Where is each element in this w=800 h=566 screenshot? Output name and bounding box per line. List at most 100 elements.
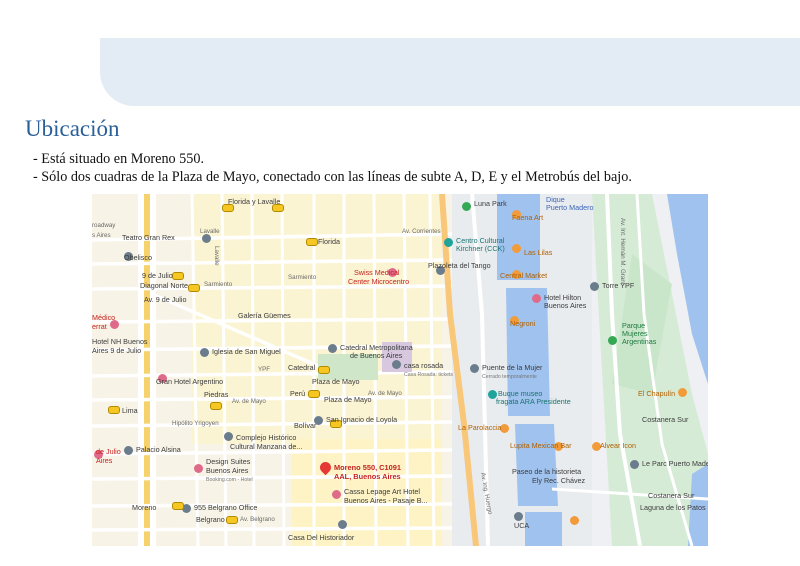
map-label: Av. Belgrano [240,516,275,523]
page-title: Ubicación [25,116,120,141]
map-label: Buenos Aires [206,466,249,475]
header-banner [100,38,800,106]
map-label: Costanera Sur [642,415,689,424]
building-icon [630,460,639,469]
map-label: Belgrano [196,515,225,524]
map-label: fragata ARA Presidente [496,397,571,406]
map-label: Plazoleta del Tango [428,261,491,270]
map-label: Perú [290,389,306,398]
map-label: Plaza de Mayo [312,377,360,386]
map-label: Las Lilas [524,248,553,257]
map-label: 955 Belgrano Office [194,503,258,512]
map-label: Bolívar [294,421,317,430]
subway-icon [172,272,184,280]
map-label: Puente de la Mujer [482,363,543,372]
map-label: de Buenos Aires [350,351,403,360]
map-label: Laguna de los Patos [640,503,706,512]
map-label: Aires [96,456,113,465]
map-label: Lima [122,406,138,415]
map-label: Sarmiento [204,281,233,288]
university-icon [514,512,523,521]
stadium-icon [462,202,471,211]
map-label: Lavalle [213,246,220,266]
map-label: Luna Park [474,199,507,208]
map-label: Le Parc Puerto Madero [642,459,708,468]
restaurant-icon [678,388,687,397]
map-label: UCA [514,521,530,530]
tower-icon [590,282,599,291]
cck-icon [444,238,453,247]
hotel-icon [332,490,341,499]
map-label: casa rosada [404,361,444,370]
subway-icon [210,402,222,410]
hotel-icon [532,294,541,303]
map-label: YPF [258,366,271,373]
museum-icon [224,432,233,441]
church-icon [200,348,209,357]
map-label: Central Market [500,271,548,280]
map-label: Buenos Aires [544,301,587,310]
bridge-icon [470,364,479,373]
map-label: Catedral [288,363,316,372]
map-label: Kirchner (CCK) [456,244,505,253]
map-label: errat [92,322,107,331]
map-label: Av. de Mayo [368,390,402,397]
map-label: Teatro Gran Rex [122,233,175,242]
map-label: Alvear Icon [600,441,636,450]
map-label: Iglesia de San Miguel [212,347,281,356]
map-label: Palacio Alsina [136,445,181,454]
park-icon [608,336,617,345]
map-label: Av. Int. Hernán M. Grant [619,218,626,285]
map-label: Florida [318,237,340,246]
subway-icon [318,366,330,374]
map-label: Diagonal Norte [140,281,188,290]
cathedral-icon [328,344,337,353]
restaurant-icon [512,244,521,253]
map-label: Faena Art [512,213,544,222]
map-label: Puerto Madero [546,203,594,212]
map-label: roadway [92,222,116,229]
map-label: El Chapulín [638,389,676,398]
map-label: Av. Corrientes [402,228,441,235]
map-label: San Ignacio de Loyola [326,415,398,424]
subway-icon [188,284,200,292]
subway-icon [108,406,120,414]
map-label: Av. de Mayo [232,398,266,405]
map-label: Gran Hotel Argentino [156,377,224,386]
map-label: Booking.com - Hotel [206,477,253,483]
map-label: La Parolaccia [458,423,502,432]
map-label: Lavalle [200,228,220,235]
map-label: Galería Güemes [238,311,291,320]
map-label: Moreno [132,503,157,512]
landmark-icon [124,446,133,455]
landmark-icon [392,360,401,369]
map-label: Sarmiento [288,274,317,281]
map-label: Av. 9 de Julio [144,295,187,304]
map-label: Hipólito Yrigoyen [172,420,219,427]
map-label: Cultural Manzana de... [230,442,303,451]
subway-icon [306,238,318,246]
subway-icon [172,502,184,510]
map-label: Piedras [204,390,229,399]
map-label: Buenos Aires - Pasaje B... [344,496,428,505]
location-map[interactable]: Lavalle Florida y Lavalle Teatro Gran Re… [92,194,708,546]
map-label: Negroni [510,319,536,328]
map-label: Casa Rosada: tickets [404,372,454,378]
map-label: Cerrado temporalmente [482,374,537,380]
map-label: Florida y Lavalle [228,197,281,206]
bullet-list: - Está situado en Moreno 550. - Sólo dos… [33,150,632,186]
hotel-icon [194,464,203,473]
map-label: Argentinas [622,337,657,346]
subway-icon [226,516,238,524]
map-label: Casa Del Historiador [288,533,355,542]
museum-icon [338,520,347,529]
map-label: 9 de Julio [142,271,173,280]
map-label: Costanera Sur [648,491,695,500]
map-label: Plaza de Mayo [324,395,372,404]
subway-icon [308,390,320,398]
map-label: s Aires [92,232,111,239]
map-label: Obelisco [124,253,152,262]
map-label: Ely Rec. Chávez [532,476,586,485]
bullet-address: - Está situado en Moreno 550. [33,151,205,167]
map-label: Aires 9 de Julio [92,346,142,355]
